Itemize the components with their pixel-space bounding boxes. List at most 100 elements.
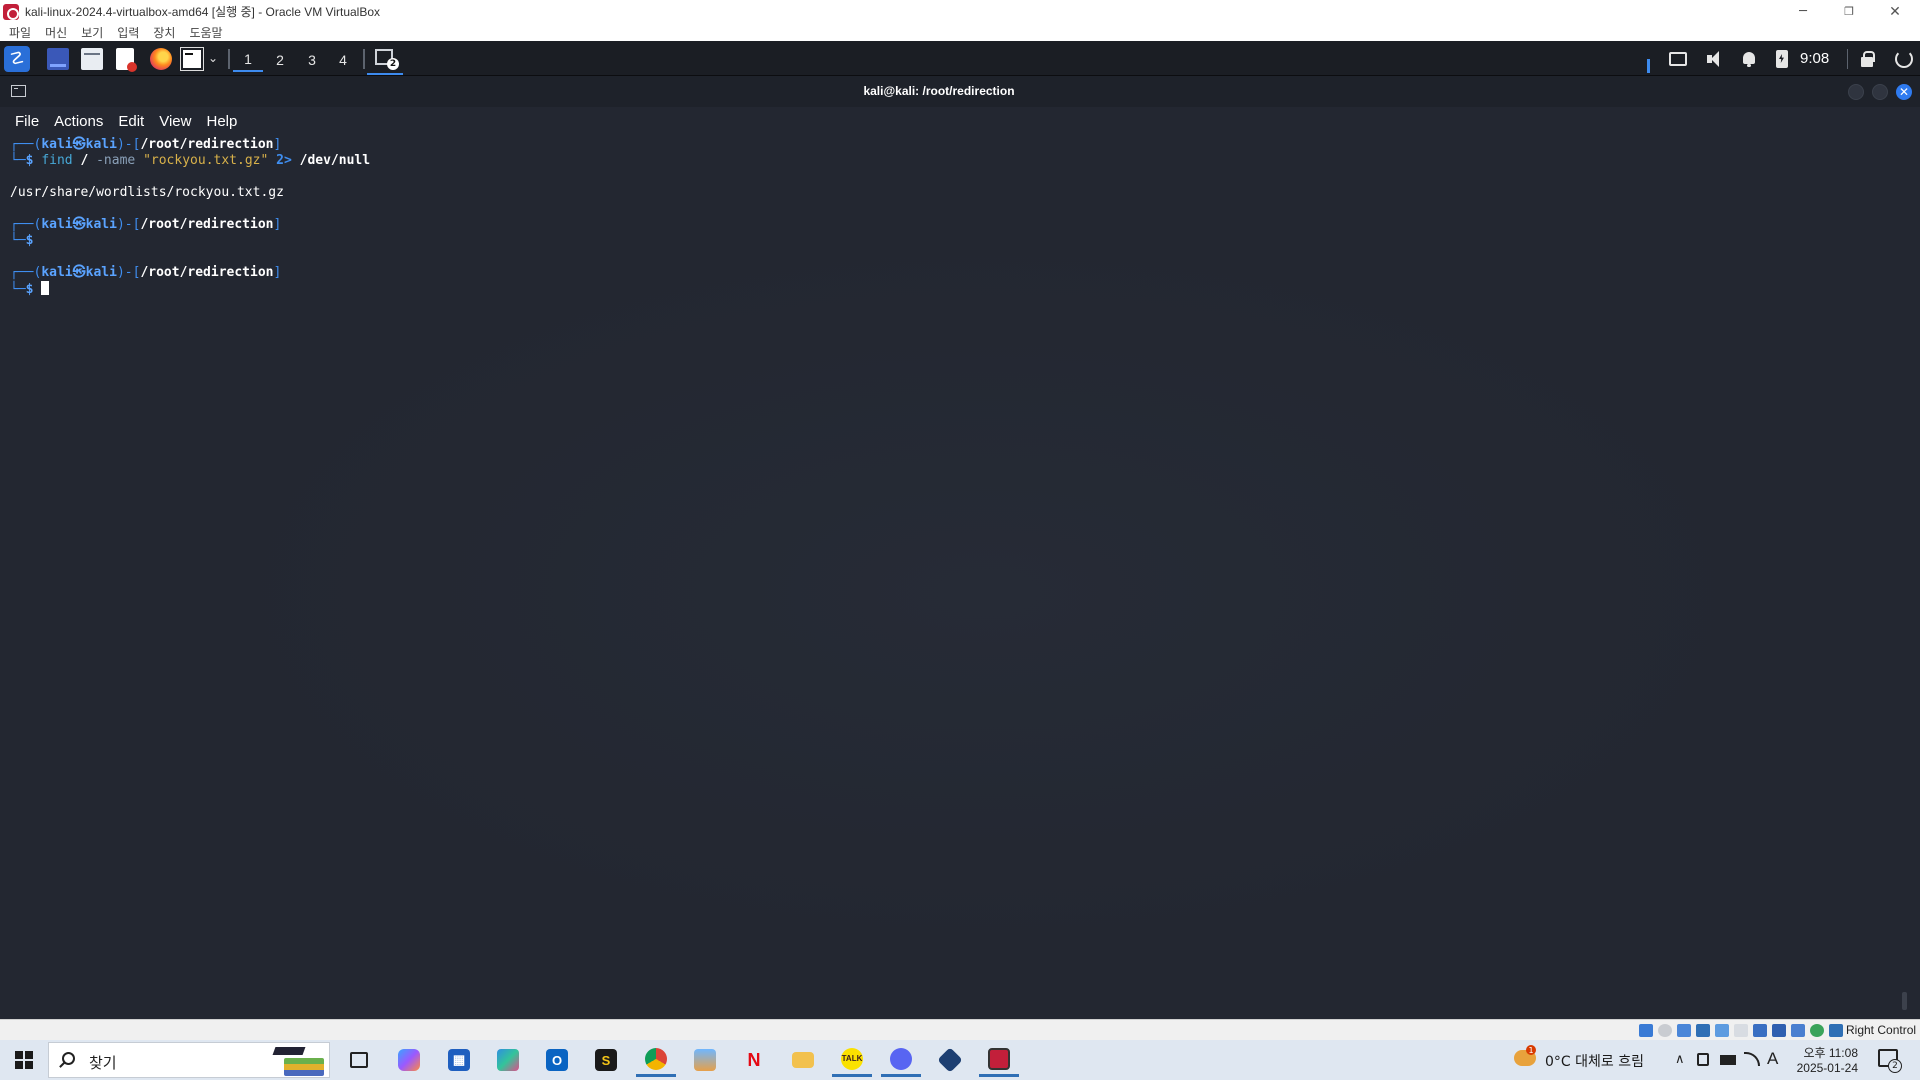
microsoft-365-icon[interactable] [488,1043,528,1077]
terminal-icon[interactable] [180,47,204,71]
mouse-integration-icon[interactable] [1810,1024,1824,1037]
prompt-line: ┌──(kali㉿kali)-[/root/redirection] [10,217,282,232]
panel-separator [363,49,365,69]
workspace-2-button[interactable]: 2 [265,47,295,72]
ime-indicator[interactable]: A [1767,1049,1778,1069]
command-output-line: /usr/share/wordlists/rockyou.txt.gz [10,185,284,200]
panel-separator [1847,49,1848,69]
firefox-icon[interactable] [150,48,172,70]
kakaotalk-icon[interactable]: TALK [832,1043,872,1077]
vbox-menu-input[interactable]: 입력 [117,24,139,41]
lock-icon[interactable] [1860,50,1875,68]
display-icon[interactable] [1753,1024,1767,1037]
show-desktop-icon[interactable] [47,48,69,70]
cpu-icon[interactable] [1791,1024,1805,1037]
terminal-minimize-button[interactable] [1848,84,1864,100]
terminal-menubar: File Actions Edit View Help [0,107,1920,135]
workspace-4-button[interactable]: 4 [328,47,358,72]
terminal-scrollbar[interactable] [1902,992,1907,1010]
vbox-menu-machine[interactable]: 머신 [45,24,67,41]
prompt-symbol: $ [25,282,34,297]
vbox-menu-view[interactable]: 보기 [81,24,103,41]
terminal-menu-actions[interactable]: Actions [54,113,103,130]
outlook-icon[interactable]: O [537,1043,577,1077]
prompt-at: ㉿ [72,217,86,232]
workspace-1-button[interactable]: 1 [233,47,263,72]
terminal-maximize-button[interactable] [1872,84,1888,100]
command-name: find [41,153,73,168]
terminal-menu-help[interactable]: Help [206,113,237,130]
photos-icon[interactable] [685,1043,725,1077]
terminal-output[interactable]: ┌──(kali㉿kali)-[/root/redirection] └─$ f… [0,135,1900,1015]
shared-folders-icon[interactable] [1734,1024,1748,1037]
usb-icon[interactable] [1715,1024,1729,1037]
active-command-line[interactable]: └─$ [10,281,50,297]
display-icon[interactable] [1669,52,1687,66]
vbox-statusbar: Right Control [0,1019,1920,1040]
virtualbox-icon[interactable] [930,1043,970,1077]
taskbar-terminal-window-button[interactable]: 2 [367,45,403,75]
windows-taskbar: 찾기 ▦ O S N TALK 1 0°C 대체로 흐림 ∧ A 오후 11:0… [0,1040,1920,1080]
weather-text[interactable]: 0°C 대체로 흐림 [1545,1051,1644,1071]
host-key-label: Right Control [1846,1023,1917,1037]
kali-vm-icon[interactable] [979,1043,1019,1077]
vbox-menu-help[interactable]: 도움말 [189,24,222,41]
chevron-down-icon[interactable]: ⌄ [208,51,218,65]
terminal-menu-file[interactable]: File [15,113,39,130]
text-editor-icon[interactable] [116,48,137,72]
workspace-3-button[interactable]: 3 [297,47,327,72]
search-icon [62,1052,75,1065]
notification-count-badge: 2 [1888,1059,1902,1073]
vbox-menu-file[interactable]: 파일 [9,24,31,41]
prompt-line: ┌──(kali㉿kali)-[/root/redirection] [10,137,282,152]
terminal-menu-edit[interactable]: Edit [118,113,144,130]
xfce-top-panel: ☡ ⌄ 1 2 3 4 2 9:08 [0,41,1920,76]
vbox-menu-devices[interactable]: 장치 [153,24,175,41]
file-manager-icon[interactable] [81,48,103,70]
windows-start-icon[interactable] [15,1051,33,1069]
prompt-at: ㉿ [72,137,86,152]
search-placeholder: 찾기 [89,1054,117,1072]
power-manager-icon[interactable] [1776,50,1788,68]
restore-button[interactable]: ❐ [1826,0,1872,23]
kali-menu-icon[interactable]: ☡ [4,46,30,72]
window-count-badge: 2 [387,58,399,70]
battery-icon[interactable] [1720,1055,1736,1065]
file-explorer-icon[interactable] [783,1043,823,1077]
netflix-icon[interactable]: N [734,1043,774,1077]
camera-icon[interactable] [1697,1053,1709,1066]
virtualbox-app-icon [3,3,19,20]
chevron-up-icon[interactable]: ∧ [1675,1052,1685,1067]
search-highlight-image [264,1044,328,1078]
keyboard-capture-icon[interactable] [1829,1024,1843,1037]
text-cursor [41,281,50,295]
volume-icon[interactable] [1705,50,1723,68]
logout-icon[interactable] [1895,50,1913,68]
wifi-icon[interactable] [1744,1052,1760,1066]
taskbar-date[interactable]: 2025-01-24 [1792,1061,1858,1075]
s-app-icon[interactable]: S [586,1043,626,1077]
audio-icon[interactable] [1677,1024,1691,1037]
notification-bell-icon[interactable] [1740,50,1758,68]
search-box[interactable]: 찾기 [48,1042,330,1078]
command-line: └─$ [10,233,34,248]
microsoft-store-icon[interactable]: ▦ [439,1043,479,1077]
terminal-close-button[interactable]: ✕ [1896,84,1912,100]
optical-drive-icon[interactable] [1658,1024,1672,1037]
panel-clock[interactable]: 9:08 [1800,50,1829,67]
discord-icon[interactable] [881,1043,921,1077]
terminal-title: kali@kali: /root/redirection [863,84,1015,98]
copilot-icon[interactable] [389,1043,429,1077]
taskbar-time[interactable]: 오후 11:08 [1796,1044,1858,1061]
recording-icon[interactable] [1772,1024,1786,1037]
hard-disk-icon[interactable] [1639,1024,1653,1037]
minimize-button[interactable]: ─ [1780,0,1826,23]
terminal-menu-view[interactable]: View [159,113,191,130]
cpu-graph [1530,50,1660,73]
command-pattern: "rockyou.txt.gz" [143,153,269,168]
prompt-path: /root/redirection [140,217,274,232]
task-view-icon[interactable] [339,1043,379,1077]
network-icon[interactable] [1696,1024,1710,1037]
chrome-icon[interactable] [636,1043,676,1077]
close-button[interactable]: ✕ [1872,0,1918,23]
